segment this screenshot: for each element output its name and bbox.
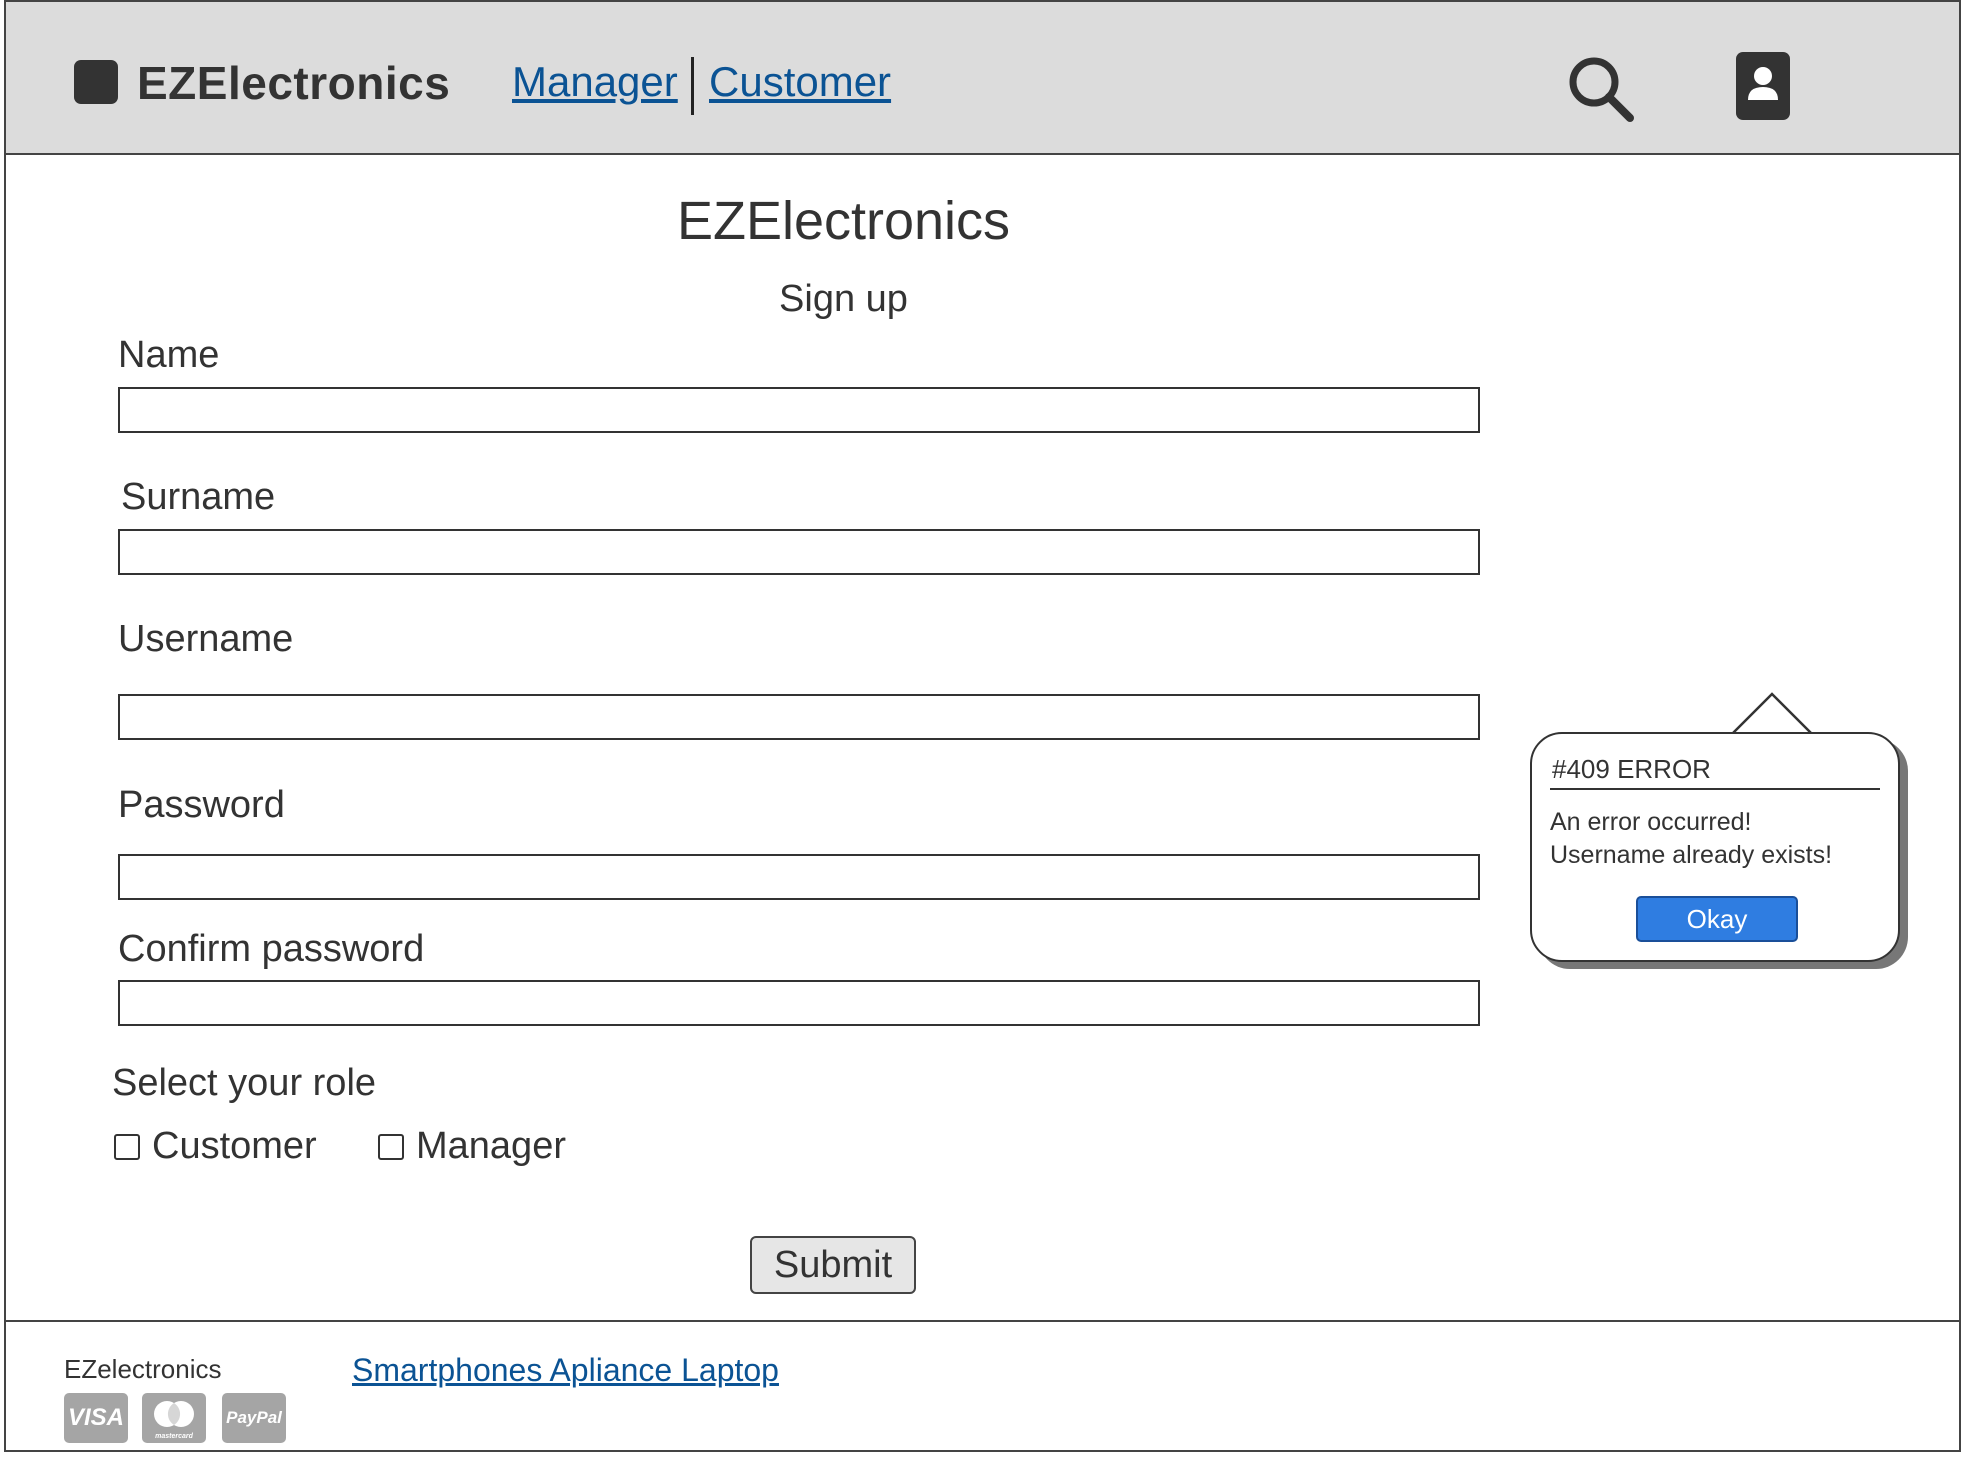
visa-icon: VISA [64,1393,128,1443]
okay-button[interactable]: Okay [1636,896,1798,942]
brand-name: EZElectronics [137,57,451,109]
confirm-password-field[interactable] [118,980,1480,1026]
footer-category-links[interactable]: Smartphones Apliance Laptop [352,1352,779,1389]
nav-separator [691,57,694,115]
nav-link-manager[interactable]: Manager [512,58,678,106]
role-label: Select your role [112,1062,377,1104]
error-title: #409 ERROR [1552,754,1711,784]
nav-link-customer[interactable]: Customer [709,58,891,106]
name-field[interactable] [118,387,1480,433]
page-title: EZElectronics [676,191,1011,251]
customer-checkbox-label: Customer [152,1125,317,1167]
page-subtitle: Sign up [779,278,908,320]
submit-button[interactable]: Submit [750,1236,916,1294]
role-option-manager[interactable]: Manager [378,1125,566,1168]
username-label: Username [118,618,294,660]
user-icon[interactable] [1736,52,1790,120]
error-popup: #409 ERROR An error occurred! Username a… [1530,732,1900,962]
manager-checkbox[interactable] [378,1133,404,1160]
password-field[interactable] [118,854,1480,900]
search-icon[interactable] [1564,52,1636,124]
page-frame: EZElectronics Manager Customer EZElectro… [4,0,1961,1452]
error-divider [1550,788,1880,790]
confirm-password-label: Confirm password [118,928,425,970]
manager-checkbox-label: Manager [416,1125,566,1167]
error-message: An error occurred! Username already exis… [1550,806,1832,872]
error-popup-pointer [1729,692,1815,737]
paypal-icon: PayPal [222,1393,286,1443]
name-label: Name [118,334,220,376]
error-message-line-1: An error occurred! [1550,808,1752,836]
error-message-line-2: Username already exists! [1550,841,1833,869]
surname-field[interactable] [118,529,1480,575]
role-option-customer[interactable]: Customer [114,1125,317,1168]
customer-checkbox[interactable] [114,1133,140,1160]
mastercard-icon: mastercard [142,1393,206,1443]
logo-icon [74,60,118,104]
password-label: Password [118,784,285,826]
username-field[interactable] [118,694,1480,740]
mastercard-text: mastercard [155,1433,193,1440]
header-bar: EZElectronics Manager Customer [6,2,1959,155]
footer-brand: EZelectronics [64,1354,222,1384]
footer-divider [6,1320,1959,1322]
surname-label: Surname [121,476,276,518]
